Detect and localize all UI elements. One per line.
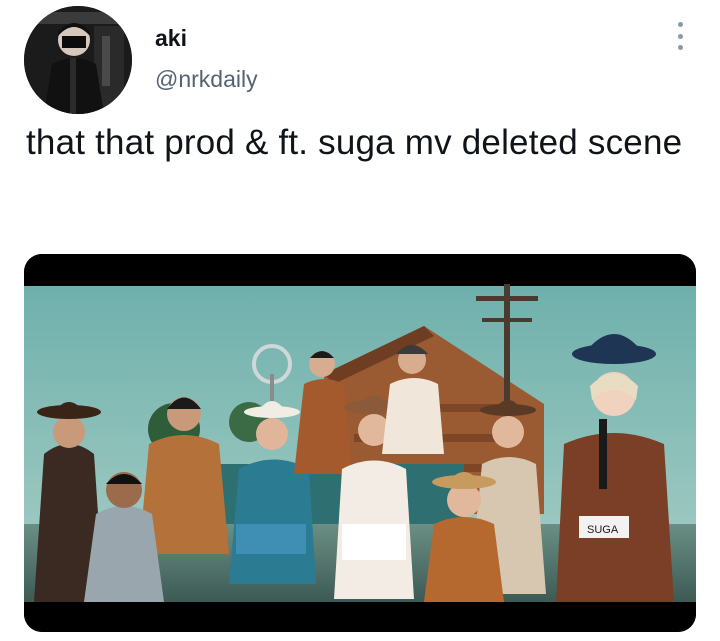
sign-text: SUGA (587, 524, 619, 536)
user-handle[interactable]: @nrkdaily (155, 66, 258, 92)
tweet-text: that that prod & ft. suga mv deleted sce… (26, 123, 683, 162)
profile-photo-icon (24, 6, 132, 114)
tweet-card: aki @nrkdaily that that prod & ft. suga … (0, 0, 720, 641)
more-vertical-icon[interactable] (670, 20, 690, 52)
tweet-media-photo[interactable]: SUGA (24, 254, 696, 632)
dot-icon (677, 33, 683, 39)
dot-icon (677, 45, 683, 50)
display-name[interactable]: aki (155, 25, 187, 51)
dot-icon (677, 22, 683, 27)
media-image: SUGA (24, 254, 696, 632)
avatar[interactable] (24, 6, 132, 114)
